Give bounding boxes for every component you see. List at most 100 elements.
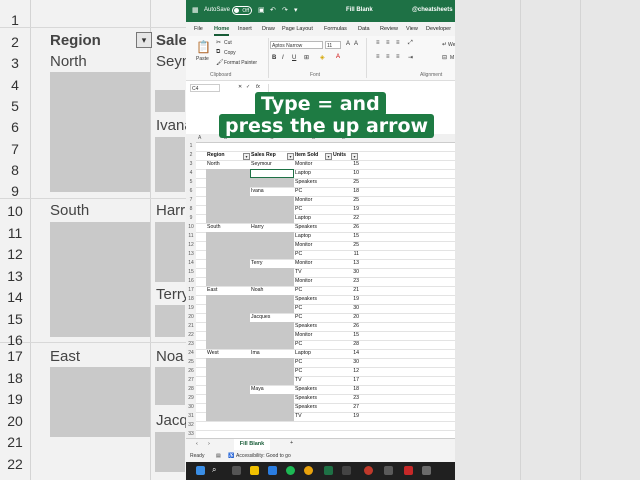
table-cell[interactable]: PC [295,358,302,367]
row-number[interactable]: 5 [186,178,196,187]
row-number[interactable]: 28 [186,385,196,394]
row-number[interactable]: 3 [186,160,196,169]
save-icon[interactable]: ▣ [258,6,265,14]
row-number[interactable]: 25 [186,358,196,367]
table-cell[interactable]: 28 [333,340,359,349]
filter-dropdown-icon[interactable]: ▾ [325,153,332,160]
row-number[interactable]: 15 [186,268,196,277]
table-cell[interactable]: Jacques [251,313,270,322]
align-top-icon[interactable]: ≡ [376,40,380,46]
underline-button[interactable]: U [292,55,296,61]
row-number[interactable]: 20 [186,313,196,322]
table-cell[interactable]: 12 [333,367,359,376]
increase-font-icon[interactable]: A [346,41,350,47]
tab-draw[interactable]: Draw [262,26,275,32]
table-cell[interactable]: PC [295,313,302,322]
table-cell[interactable]: 15 [333,331,359,340]
enter-icon[interactable]: ✓ [246,84,250,90]
table-cell[interactable]: Maya [251,385,264,394]
orientation-icon[interactable]: ⤢ [408,40,413,47]
row-number[interactable]: 7 [186,196,196,205]
table-cell[interactable]: 27 [333,403,359,412]
tab-view[interactable]: View [406,26,418,32]
table-cell[interactable]: 20 [333,313,359,322]
prev-sheet-icon[interactable]: ‹ [196,441,198,447]
table-cell[interactable]: Speakers [295,223,317,232]
row-number[interactable]: 2 [186,151,196,160]
table-cell[interactable]: 19 [333,295,359,304]
table-cell[interactable]: Speakers [295,403,317,412]
active-cell-c4[interactable] [250,169,294,178]
table-cell[interactable]: 26 [333,322,359,331]
chrome-icon[interactable] [304,466,313,475]
row-number[interactable]: 23 [186,340,196,349]
paste-icon[interactable]: 📋 [196,40,211,54]
table-cell[interactable]: Speakers [295,178,317,187]
table-cell[interactable]: PC [295,286,302,295]
accessibility-status[interactable]: Accessibility: Good to go [236,453,291,459]
font-size-box[interactable]: 11 [325,41,341,49]
merge-icon[interactable]: ⊟ [442,54,447,61]
cancel-icon[interactable]: ✕ [238,84,242,90]
row-number[interactable]: 4 [186,169,196,178]
table-cell[interactable]: Seymour [251,160,272,169]
wrap-text-label[interactable]: We [448,42,455,48]
decrease-font-icon[interactable]: A [354,41,358,47]
table-cell[interactable]: Monitor [295,331,312,340]
tab-file[interactable]: File [194,26,203,32]
app-icon[interactable] [384,466,393,475]
align-bottom-icon[interactable]: ≡ [396,40,400,46]
row-number[interactable]: 13 [186,250,196,259]
row-number[interactable]: 16 [186,277,196,286]
row-number[interactable]: 22 [186,331,196,340]
excel-taskbar-icon[interactable] [324,466,333,475]
table-cell[interactable]: Laptop [295,349,311,358]
table-cell[interactable]: Laptop [295,232,311,241]
table-cell[interactable]: North [207,160,220,169]
table-cell[interactable]: PC [295,304,302,313]
table-cell[interactable]: Laptop [295,214,311,223]
autosave-toggle[interactable]: Off [232,6,252,15]
row-number[interactable]: 9 [186,214,196,223]
align-center-icon[interactable]: ≡ [386,54,390,60]
col-header-a[interactable]: A [198,135,201,141]
row-number[interactable]: 24 [186,349,196,358]
customize-icon[interactable]: ▾ [294,6,298,14]
table-cell[interactable]: Noah [251,286,263,295]
row-number[interactable]: 30 [186,403,196,412]
table-cell[interactable]: Terry [251,259,263,268]
table-cell[interactable]: TV [295,376,302,385]
table-cell[interactable]: PC [295,187,302,196]
format-painter-icon[interactable]: 🖌 [216,59,224,66]
formula-input[interactable] [268,84,453,92]
table-cell[interactable]: Ivana [251,187,264,196]
spotify-icon[interactable] [286,466,295,475]
tab-page-layout[interactable]: Page Layout [282,26,313,32]
table-cell[interactable]: TV [295,412,302,421]
align-left-icon[interactable]: ≡ [376,54,380,60]
row-number[interactable]: 6 [186,187,196,196]
table-cell[interactable]: Monitor [295,241,312,250]
table-cell[interactable]: Harry [251,223,264,232]
table-cell[interactable]: 13 [333,259,359,268]
table-cell[interactable]: Laptop [295,169,311,178]
font-color-icon[interactable]: A [336,54,340,60]
app-icon[interactable] [342,466,351,475]
table-cell[interactable]: Monitor [295,196,312,205]
table-cell[interactable]: 21 [333,286,359,295]
table-header-cell[interactable]: Sales Rep [251,151,276,160]
table-cell[interactable]: 30 [333,268,359,277]
row-number[interactable]: 14 [186,259,196,268]
next-sheet-icon[interactable]: › [208,441,210,447]
tab-data[interactable]: Data [358,26,370,32]
italic-button[interactable]: I [282,55,284,61]
table-cell[interactable]: West [207,349,219,358]
windows-start-icon[interactable] [196,466,205,475]
align-right-icon[interactable]: ≡ [396,54,400,60]
row-number[interactable]: 8 [186,205,196,214]
filter-dropdown-icon[interactable]: ▾ [287,153,294,160]
table-cell[interactable]: PC [295,250,302,259]
table-cell[interactable]: 25 [333,241,359,250]
name-box[interactable]: C4 [190,84,220,92]
table-cell[interactable]: 19 [333,205,359,214]
